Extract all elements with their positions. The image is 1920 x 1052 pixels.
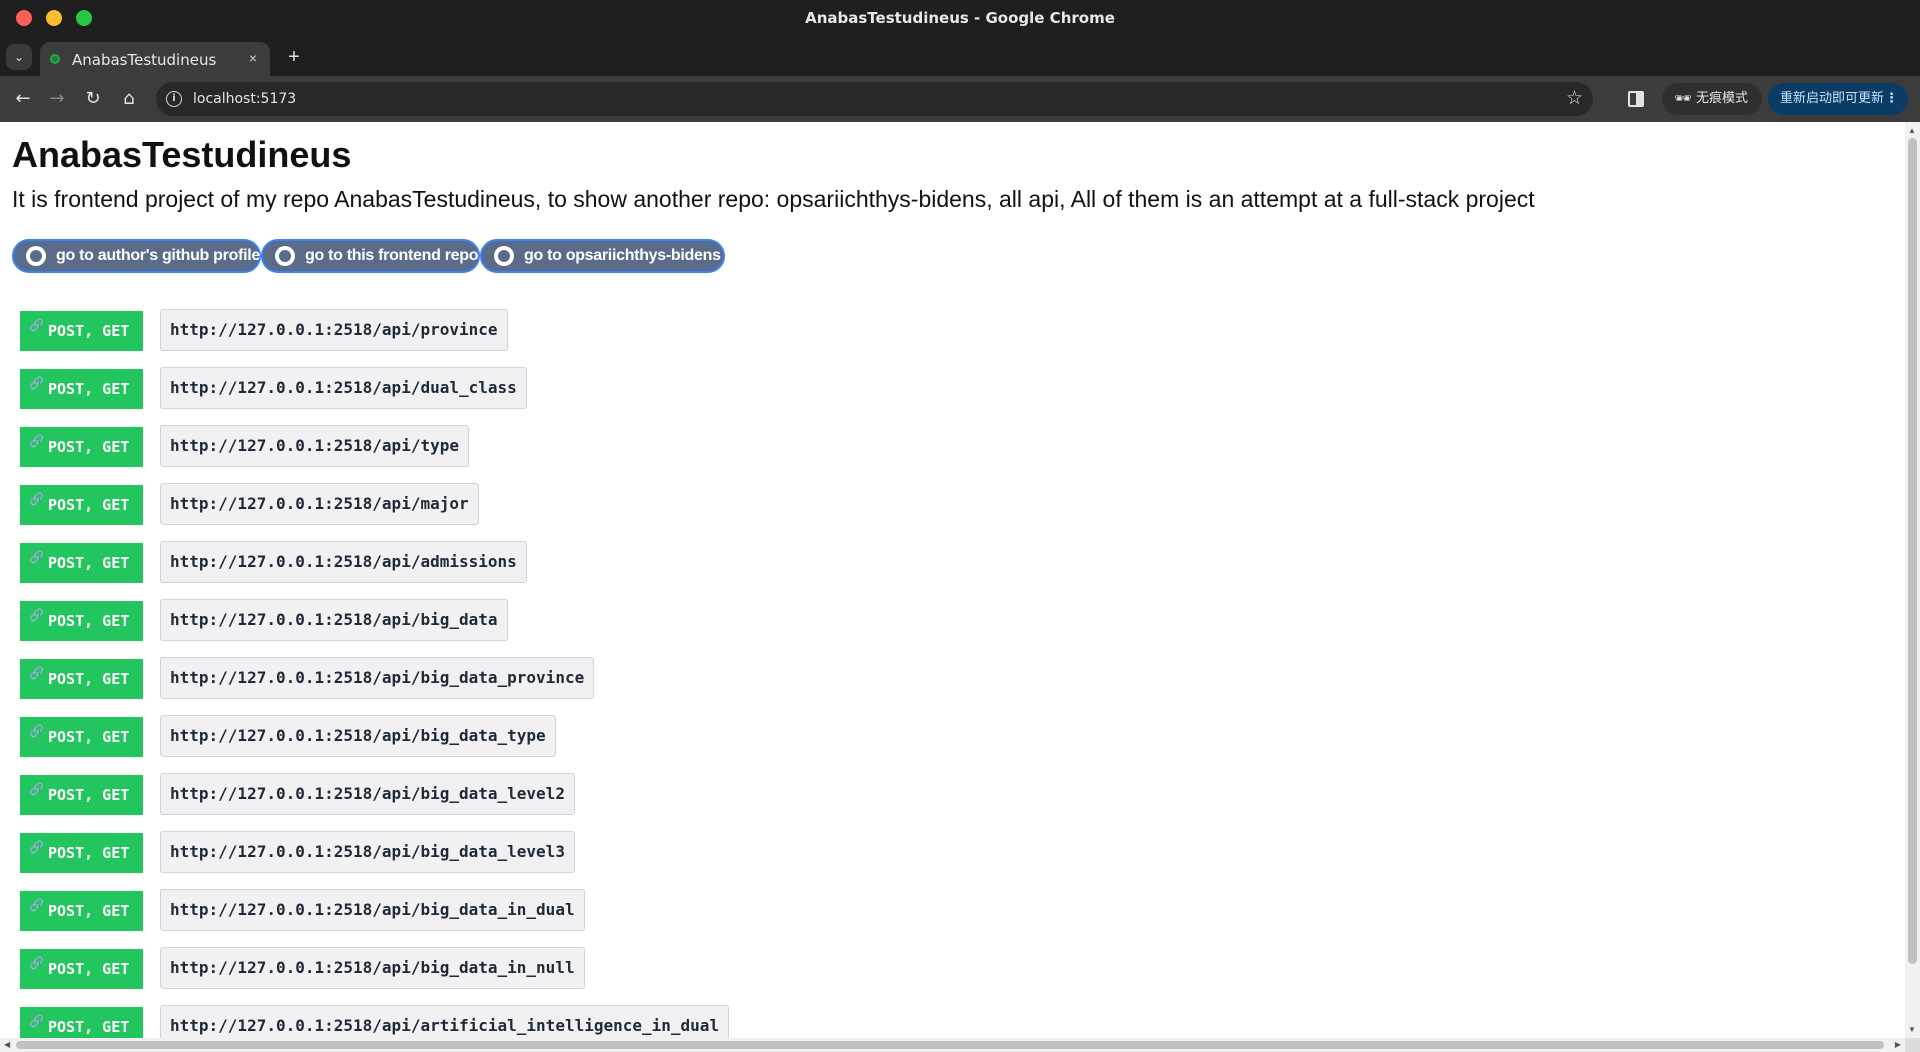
method-badge[interactable]: 🔗 POST, GET [20, 717, 143, 757]
method-label: POST, GET [48, 670, 130, 688]
method-label: POST, GET [48, 1018, 130, 1036]
api-url: http://127.0.0.1:2518/api/admissions [160, 541, 527, 583]
window-title: AnabasTestudineus - Google Chrome [805, 9, 1115, 27]
method-label: POST, GET [48, 728, 130, 746]
back-button[interactable]: ← [10, 86, 36, 112]
link-icon: 🔗 [29, 956, 44, 970]
tab-anabastestudineus[interactable]: AnabasTestudineus × [40, 42, 270, 76]
method-badge[interactable]: 🔗 POST, GET [20, 659, 143, 699]
scroll-up-arrow-icon[interactable]: ▲ [1908, 126, 1916, 135]
incognito-indicator[interactable]: 🕶 无痕模式 [1662, 83, 1762, 115]
link-icon: 🔗 [29, 724, 44, 738]
frontend-repo-button[interactable]: go to this frontend repo [261, 239, 480, 273]
bookmark-star-icon[interactable]: ☆ [1566, 87, 1583, 109]
incognito-label: 无痕模式 [1696, 91, 1749, 106]
github-icon [26, 246, 46, 266]
browser-toolbar: ← → ↻ ⌂ i localhost:5173 ☆ 🕶 无痕模式 重新启动即可… [0, 76, 1920, 122]
method-badge[interactable]: 🔗 POST, GET [20, 1007, 143, 1038]
window-titlebar: AnabasTestudineus - Google Chrome [0, 0, 1920, 36]
scroll-down-arrow-icon[interactable]: ▼ [1908, 1025, 1916, 1034]
method-label: POST, GET [48, 844, 130, 862]
button-label: go to author's github profile [56, 247, 260, 264]
horizontal-scroll-thumb[interactable] [16, 1041, 1884, 1049]
api-url: http://127.0.0.1:2518/api/big_data_type [160, 715, 556, 757]
link-icon: 🔗 [29, 1014, 44, 1028]
tab-favicon-icon [50, 54, 60, 64]
link-icon: 🔗 [29, 434, 44, 448]
link-icon: 🔗 [29, 318, 44, 332]
method-label: POST, GET [48, 960, 130, 978]
method-label: POST, GET [48, 380, 130, 398]
address-bar[interactable]: i localhost:5173 ☆ [156, 82, 1593, 116]
github-icon [494, 246, 514, 266]
link-icon: 🔗 [29, 492, 44, 506]
method-badge[interactable]: 🔗 POST, GET [20, 775, 143, 815]
method-label: POST, GET [48, 322, 130, 340]
link-icon: 🔗 [29, 898, 44, 912]
api-url: http://127.0.0.1:2518/api/big_data_in_nu… [160, 947, 585, 989]
method-badge[interactable]: 🔗 POST, GET [20, 369, 143, 409]
scroll-left-arrow-icon[interactable]: ◀ [4, 1040, 10, 1049]
link-icon: 🔗 [29, 550, 44, 564]
link-icon: 🔗 [29, 376, 44, 390]
method-badge[interactable]: 🔗 POST, GET [20, 891, 143, 931]
api-url: http://127.0.0.1:2518/api/major [160, 483, 479, 525]
author-github-profile-button[interactable]: go to author's github profile [12, 239, 261, 273]
tab-close-icon[interactable]: × [244, 49, 262, 67]
method-badge[interactable]: 🔗 POST, GET [20, 543, 143, 583]
api-url: http://127.0.0.1:2518/api/artificial_int… [160, 1005, 730, 1038]
method-badge[interactable]: 🔗 POST, GET [20, 427, 143, 467]
link-icon: 🔗 [29, 782, 44, 796]
api-url: http://127.0.0.1:2518/api/type [160, 425, 469, 467]
page-viewport: AnabasTestudineus It is frontend project… [0, 122, 1905, 1038]
method-label: POST, GET [48, 554, 130, 572]
forward-button[interactable]: → [44, 86, 70, 112]
method-badge[interactable]: 🔗 POST, GET [20, 601, 143, 641]
method-label: POST, GET [48, 612, 130, 630]
method-badge[interactable]: 🔗 POST, GET [20, 485, 143, 525]
update-label: 重新启动即可更新 [1780, 91, 1885, 106]
tab-title: AnabasTestudineus [72, 51, 217, 69]
incognito-icon: 🕶 [1674, 91, 1692, 107]
relaunch-update-button[interactable]: 重新启动即可更新 ⋮ [1768, 83, 1908, 115]
api-url: http://127.0.0.1:2518/api/big_data_level… [160, 773, 575, 815]
method-label: POST, GET [48, 902, 130, 920]
scroll-right-arrow-icon[interactable]: ▶ [1895, 1040, 1901, 1049]
method-label: POST, GET [48, 786, 130, 804]
page-description: It is frontend project of my repo Anabas… [12, 186, 1535, 212]
address-bar-url[interactable]: localhost:5173 [193, 91, 296, 107]
button-label: go to this frontend repo [305, 247, 479, 264]
vertical-scroll-thumb[interactable] [1908, 138, 1917, 964]
vertical-scrollbar[interactable]: ▲ ▼ [1905, 122, 1920, 1038]
method-label: POST, GET [48, 496, 130, 514]
api-url: http://127.0.0.1:2518/api/province [160, 309, 508, 351]
method-badge[interactable]: 🔗 POST, GET [20, 833, 143, 873]
link-icon: 🔗 [29, 840, 44, 854]
api-url: http://127.0.0.1:2518/api/big_data_provi… [160, 657, 595, 699]
horizontal-scrollbar[interactable]: ◀ ▶ [0, 1038, 1905, 1052]
home-button[interactable]: ⌂ [116, 86, 142, 112]
kebab-menu-icon[interactable]: ⋮ [1885, 83, 1898, 115]
api-url: http://127.0.0.1:2518/api/big_data_level… [160, 831, 575, 873]
button-label: go to opsariichthys-bidens [524, 247, 721, 264]
method-label: POST, GET [48, 438, 130, 456]
link-icon: 🔗 [29, 608, 44, 622]
api-url: http://127.0.0.1:2518/api/dual_class [160, 367, 527, 409]
method-badge[interactable]: 🔗 POST, GET [20, 311, 143, 351]
api-url: http://127.0.0.1:2518/api/big_data [160, 599, 508, 641]
link-icon: 🔗 [29, 666, 44, 680]
github-icon [275, 246, 295, 266]
api-url: http://127.0.0.1:2518/api/big_data_in_du… [160, 889, 585, 931]
tab-search-button[interactable]: ⌄ [6, 44, 32, 70]
opsariichthys-bidens-button[interactable]: go to opsariichthys-bidens [480, 239, 725, 273]
scrollbar-corner [1905, 1038, 1920, 1052]
new-tab-button[interactable]: + [282, 46, 306, 70]
tab-strip: ⌄ AnabasTestudineus × + [0, 36, 1920, 76]
side-panel-icon[interactable] [1628, 91, 1644, 107]
site-info-icon[interactable]: i [166, 91, 182, 107]
method-badge[interactable]: 🔗 POST, GET [20, 949, 143, 989]
page-title: AnabasTestudineus [12, 134, 352, 175]
reload-button[interactable]: ↻ [80, 86, 106, 112]
